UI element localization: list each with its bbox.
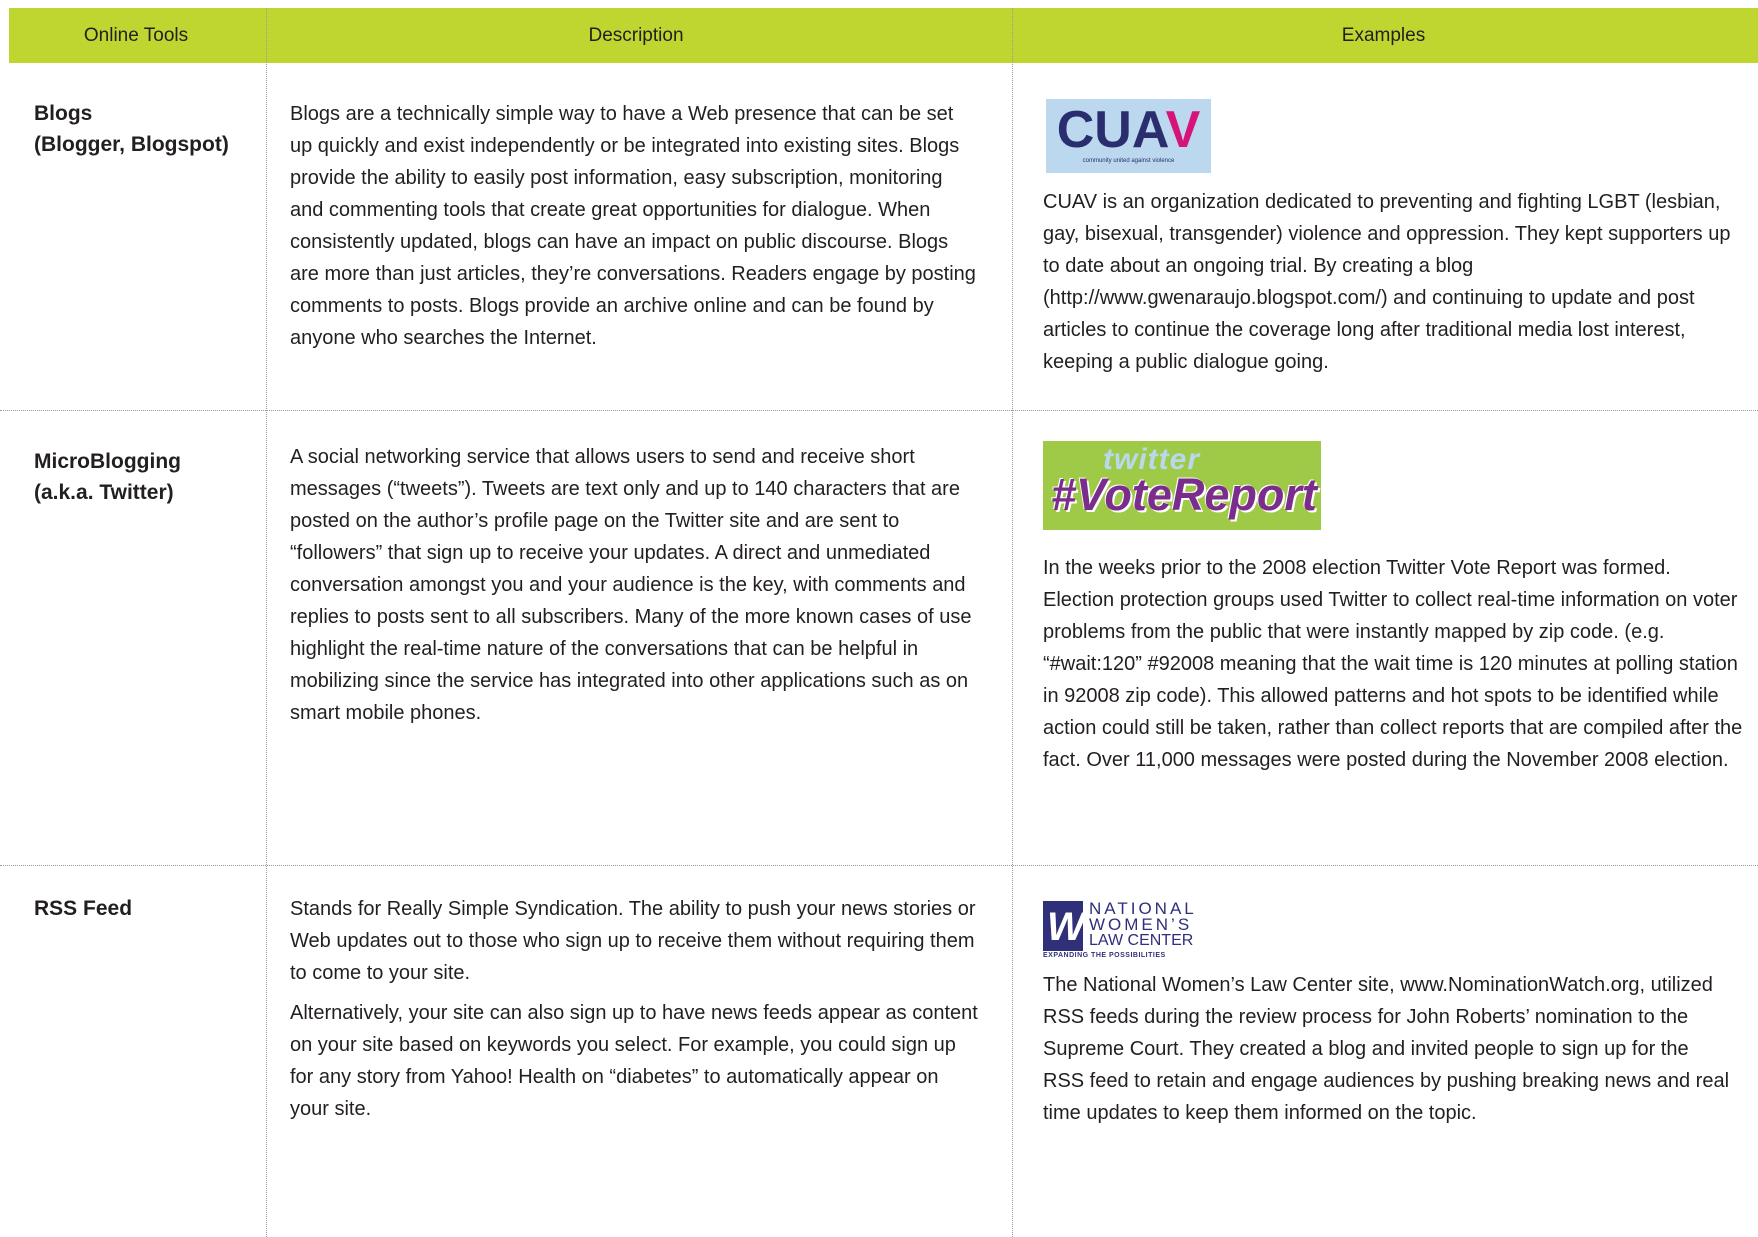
column-divider <box>1012 8 1013 1237</box>
nwlc-logo-line: LAW CENTER <box>1089 932 1194 949</box>
row-divider <box>0 410 1758 411</box>
description-paragraph: Blogs are a technically simple way to ha… <box>290 103 976 349</box>
tool-name-blogs: Blogs (Blogger, Blogspot) <box>34 102 229 156</box>
example-blogs: CUAV is an organization dedicated to pre… <box>1043 191 1731 373</box>
tool-name-microblogging: MicroBlogging (a.k.a. Twitter) <box>34 450 181 504</box>
nwlc-logo-tagline: EXPANDING THE POSSIBILITIES <box>1043 952 1166 959</box>
twitter-vote-report-logo: twitter #VoteReport <box>1043 441 1321 530</box>
table-header: Online Tools Description Examples <box>9 8 1758 63</box>
tool-name-rss-feed: RSS Feed <box>34 897 133 920</box>
header-description: Description <box>588 25 684 46</box>
vote-report-logo-text: #VoteReport <box>1051 469 1317 520</box>
row-divider <box>0 865 1758 866</box>
header-online-tools: Online Tools <box>83 25 189 46</box>
nwlc-mark-icon: W <box>1043 901 1085 951</box>
description-blogs: Blogs are a technically simple way to ha… <box>290 98 980 362</box>
example-rss-feed: The National Women’s Law Center site, ww… <box>1043 974 1730 1124</box>
description-paragraph: Alternatively, your site can also sign u… <box>290 1002 978 1120</box>
description-paragraph: Stands for Really Simple Syndication. Th… <box>290 898 976 984</box>
description-microblogging: A social networking service that allows … <box>290 441 980 737</box>
header-examples: Examples <box>1341 25 1426 46</box>
example-microblogging: In the weeks prior to the 2008 election … <box>1043 557 1743 771</box>
nwlc-logo: W NATIONAL WOMEN’S LAW CENTER EXPANDING … <box>1043 898 1213 964</box>
column-divider <box>266 8 267 1237</box>
description-paragraph: A social networking service that allows … <box>290 446 972 724</box>
cuav-logo-text: CUAV <box>1056 101 1201 159</box>
description-rss-feed: Stands for Really Simple Syndication. Th… <box>290 893 980 1133</box>
cuav-logo: CUAV community united against violence <box>1046 99 1211 173</box>
